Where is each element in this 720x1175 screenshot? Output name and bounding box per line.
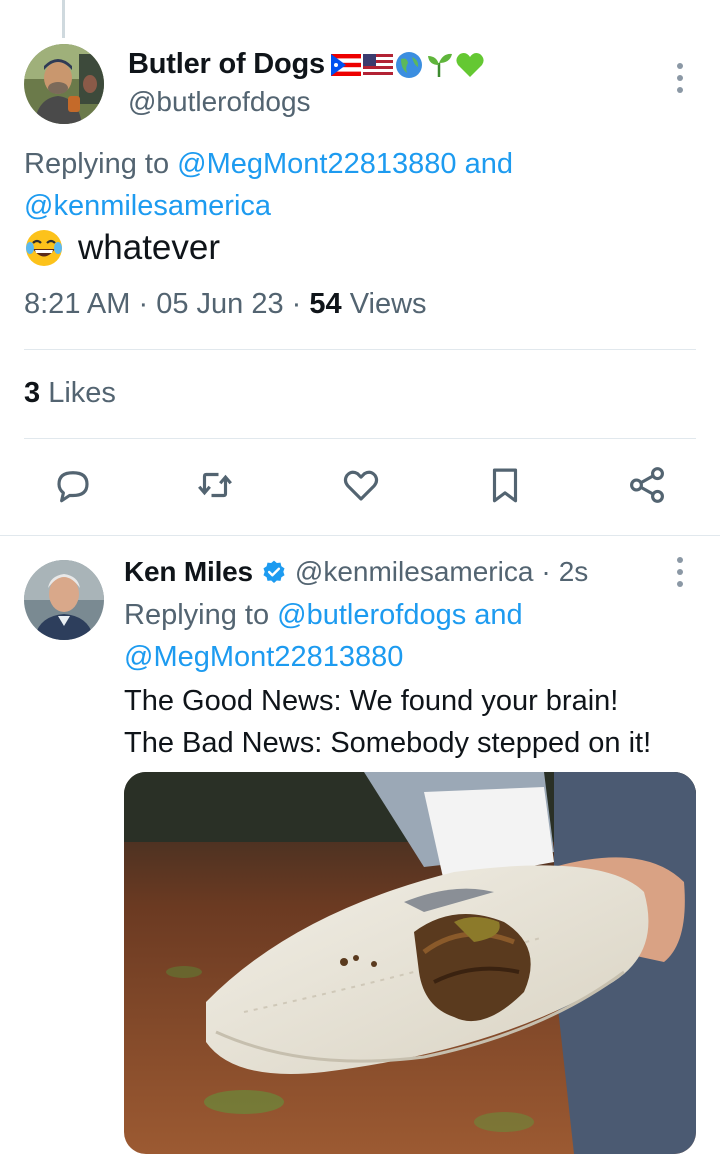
verified-badge-icon — [263, 560, 285, 583]
tweet-body: whatever — [78, 228, 221, 267]
tweet-media-photo[interactable] — [124, 772, 696, 1154]
mention-and[interactable]: and — [474, 599, 522, 631]
reply-author-line[interactable]: Ken Miles @kenmilesamerica · 2s — [124, 556, 588, 588]
dot — [677, 75, 683, 81]
main-tweet: Butler of Dogs @butlerofdogs Replying to… — [0, 0, 720, 536]
mention-link[interactable]: @MegMont22813880 — [124, 641, 403, 673]
views-count: 54 — [309, 288, 342, 320]
author-handle[interactable]: @butlerofdogs — [128, 86, 311, 118]
share-button[interactable] — [624, 462, 670, 508]
tweet-time-ago[interactable]: 2s — [559, 556, 589, 588]
likes-stat[interactable]: 3 Likes — [24, 377, 116, 410]
like-icon — [343, 470, 379, 501]
likes-count: 3 — [24, 377, 41, 409]
divider — [24, 438, 696, 439]
views-label: Views — [349, 288, 427, 320]
more-options-button[interactable] — [665, 58, 695, 98]
dot — [677, 569, 683, 575]
share-icon — [630, 467, 664, 503]
laughing-face-icon — [26, 230, 62, 266]
mention-link[interactable]: @MegMont22813880 — [177, 148, 456, 180]
author-name-line[interactable]: Butler of Dogs — [128, 48, 485, 81]
meta-separator: · — [541, 556, 551, 587]
divider — [24, 349, 696, 350]
dot — [677, 87, 683, 93]
tweet-text-line: The Good News: We found your brain! — [124, 685, 619, 717]
replying-to-prefix: Replying to — [24, 148, 170, 180]
green-heart-icon — [456, 52, 484, 77]
like-button[interactable] — [338, 462, 384, 508]
earth-globe-icon — [395, 51, 422, 78]
action-bar — [0, 462, 720, 516]
us-flag-icon — [362, 53, 393, 76]
tweet-text: The Good News: We found your brain! The … — [124, 680, 704, 764]
avatar[interactable] — [24, 44, 104, 124]
puerto-rico-flag-icon — [330, 53, 361, 76]
dot — [677, 557, 683, 563]
dot — [677, 63, 683, 69]
tweet-text-line: The Bad News: Somebody stepped on it! — [124, 727, 652, 759]
replying-to: Replying to @butlerofdogs and @MegMont22… — [124, 594, 684, 678]
display-name[interactable]: Butler of Dogs — [128, 48, 325, 81]
tweet-date[interactable]: 05 Jun 23 — [156, 288, 283, 320]
display-name[interactable]: Ken Miles — [124, 556, 253, 588]
dot — [677, 581, 683, 587]
seedling-icon — [427, 53, 452, 77]
mention-and[interactable]: and — [465, 148, 513, 180]
tweet-text: whatever — [24, 228, 220, 268]
bookmark-button[interactable] — [482, 462, 528, 508]
likes-label: Likes — [48, 377, 116, 409]
name-emojis — [330, 51, 485, 79]
retweet-button[interactable] — [192, 462, 238, 508]
replying-to: Replying to @MegMont22813880 and @kenmil… — [24, 143, 684, 227]
author-handle[interactable]: @kenmilesamerica — [295, 556, 534, 588]
section-separator — [0, 535, 720, 536]
meta-separator: · — [138, 288, 149, 320]
bookmark-icon — [492, 468, 518, 503]
avatar[interactable] — [24, 560, 104, 640]
mention-link[interactable]: @butlerofdogs — [277, 599, 466, 631]
retweet-icon — [198, 472, 232, 498]
meta-separator: · — [291, 288, 302, 320]
tweet-time[interactable]: 8:21 AM — [24, 288, 130, 320]
reply-button[interactable] — [50, 462, 96, 508]
more-options-button[interactable] — [665, 552, 695, 592]
mention-link[interactable]: @kenmilesamerica — [24, 190, 271, 222]
reply-icon — [57, 471, 89, 503]
tweet-metadata: 8:21 AM · 05 Jun 23 · 54 Views — [24, 288, 427, 321]
replying-to-prefix: Replying to — [124, 599, 270, 631]
